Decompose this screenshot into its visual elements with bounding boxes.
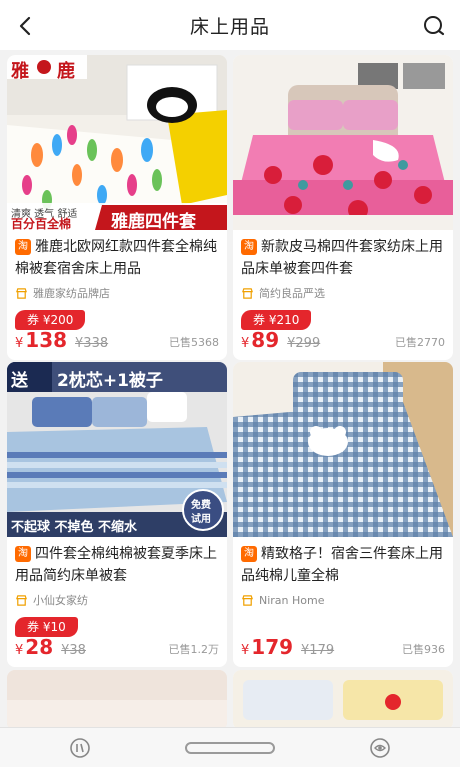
shop-icon	[242, 594, 253, 606]
image-trial-text-2: 试用	[191, 514, 211, 525]
price: 28	[25, 635, 54, 659]
sold-count: 已售5368	[169, 336, 219, 349]
shop-name-text: 雅鹿家纺品牌店	[33, 287, 110, 300]
search-icon[interactable]	[420, 12, 448, 40]
recent-apps-icon[interactable]	[66, 736, 94, 760]
sold-count: 已售2770	[395, 336, 445, 349]
image-brand-text: 雅	[11, 61, 29, 82]
product-grid: 雅 鹿 清爽 透气 舒适 百分百全棉 雅鹿四件套 淘雅鹿北欧网红款四件套全棉纯棉…	[0, 50, 460, 727]
shop-icon	[242, 287, 253, 299]
product-title[interactable]: 淘精致格子！宿舍三件套床上用品纯棉儿童全棉	[241, 543, 445, 587]
image-caption-2: 百分百全棉	[11, 217, 72, 230]
sold-count: 已售1.2万	[168, 643, 220, 656]
product-title[interactable]: 淘四件套全棉纯棉被套夏季床上用品简约床单被套	[15, 543, 219, 587]
image-headline-text: 2枕芯+1被子	[57, 371, 163, 391]
product-card[interactable]	[7, 670, 227, 727]
price: 89	[251, 328, 280, 352]
product-image[interactable]	[233, 362, 453, 537]
product-image[interactable]: 送 2枕芯+1被子 不起球 不掉色 不缩水 免费 试用	[7, 362, 227, 537]
product-card[interactable]: 淘精致格子！宿舍三件套床上用品纯棉儿童全棉 Niran Home ¥ 179 ¥…	[233, 362, 453, 667]
coupon-badge[interactable]: 券 ¥10	[15, 617, 78, 637]
shop-name[interactable]: Niran Home	[241, 592, 445, 608]
currency-symbol: ¥	[15, 336, 24, 351]
price-row: ¥ 179 ¥179 已售936	[241, 635, 445, 659]
product-card[interactable]: 雅 鹿 清爽 透气 舒适 百分百全棉 雅鹿四件套 淘雅鹿北欧网红款四件套全棉纯棉…	[7, 55, 227, 360]
original-price: ¥338	[75, 336, 109, 351]
currency-symbol: ¥	[15, 643, 24, 658]
brand-logo-icon	[37, 60, 51, 74]
taobao-badge-icon: 淘	[15, 239, 31, 255]
system-nav-bar	[0, 727, 460, 767]
shop-name-text: 简约良品严选	[259, 287, 325, 300]
product-image[interactable]: 雅 鹿 清爽 透气 舒适 百分百全棉 雅鹿四件套	[7, 55, 227, 230]
currency-symbol: ¥	[241, 643, 250, 658]
currency-symbol: ¥	[241, 336, 250, 351]
product-title-text: 新款皮马棉四件套家纺床上用品床单被套四件套	[241, 239, 443, 277]
product-card[interactable]: 淘新款皮马棉四件套家纺床上用品床单被套四件套 简约良品严选 券 ¥210 ¥ 8…	[233, 55, 453, 360]
product-image[interactable]	[7, 670, 227, 727]
shop-icon	[16, 287, 27, 299]
top-nav-bar: 床上用品	[0, 0, 460, 50]
shop-name-text: 小仙女家纺	[33, 594, 88, 607]
coupon-badge[interactable]: 券 ¥210	[241, 310, 312, 330]
product-card[interactable]	[233, 670, 453, 727]
shop-name-text: Niran Home	[259, 593, 325, 607]
product-title[interactable]: 淘雅鹿北欧网红款四件套全棉纯棉被套宿舍床上用品	[15, 236, 219, 280]
product-title-text: 精致格子！宿舍三件套床上用品纯棉儿童全棉	[241, 546, 443, 584]
price-row: ¥ 28 ¥38 已售1.2万	[15, 635, 219, 659]
coupon-badge[interactable]: 券 ¥200	[15, 310, 86, 330]
page-title: 床上用品	[189, 15, 270, 38]
shop-name[interactable]: 简约良品严选	[241, 285, 445, 301]
original-price: ¥179	[301, 643, 335, 658]
image-features-text: 不起球 不掉色 不缩水	[11, 520, 138, 535]
price-row: ¥ 138 ¥338 已售5368	[15, 328, 219, 352]
product-image[interactable]	[233, 670, 453, 727]
price: 138	[25, 328, 68, 352]
taobao-badge-icon: 淘	[241, 546, 257, 562]
product-title-text: 四件套全棉纯棉被套夏季床上用品简约床单被套	[15, 546, 217, 584]
taobao-badge-icon: 淘	[241, 239, 257, 255]
price-row: ¥ 89 ¥299 已售2770	[241, 328, 445, 352]
back-arrow-icon[interactable]	[12, 12, 40, 40]
taobao-badge-icon: 淘	[15, 546, 31, 562]
image-gift-text: 送	[11, 371, 28, 391]
image-trial-text: 免费	[191, 500, 211, 511]
shop-name[interactable]: 雅鹿家纺品牌店	[15, 285, 219, 301]
original-price: ¥299	[287, 336, 321, 351]
sold-count: 已售936	[402, 643, 445, 656]
original-price: ¥38	[61, 643, 86, 658]
image-banner-text: 雅鹿四件套	[111, 212, 196, 230]
product-card[interactable]: 送 2枕芯+1被子 不起球 不掉色 不缩水 免费 试用 淘四件套全棉纯棉被套夏季…	[7, 362, 227, 667]
shop-name[interactable]: 小仙女家纺	[15, 592, 219, 608]
product-title[interactable]: 淘新款皮马棉四件套家纺床上用品床单被套四件套	[241, 236, 445, 280]
price: 179	[251, 635, 294, 659]
product-title-text: 雅鹿北欧网红款四件套全棉纯棉被套宿舍床上用品	[15, 239, 217, 277]
shop-icon	[16, 594, 27, 606]
image-brand-text-2: 鹿	[57, 61, 75, 82]
back-gesture-icon[interactable]	[366, 736, 394, 760]
home-pill[interactable]	[185, 742, 275, 754]
product-image[interactable]	[233, 55, 453, 230]
